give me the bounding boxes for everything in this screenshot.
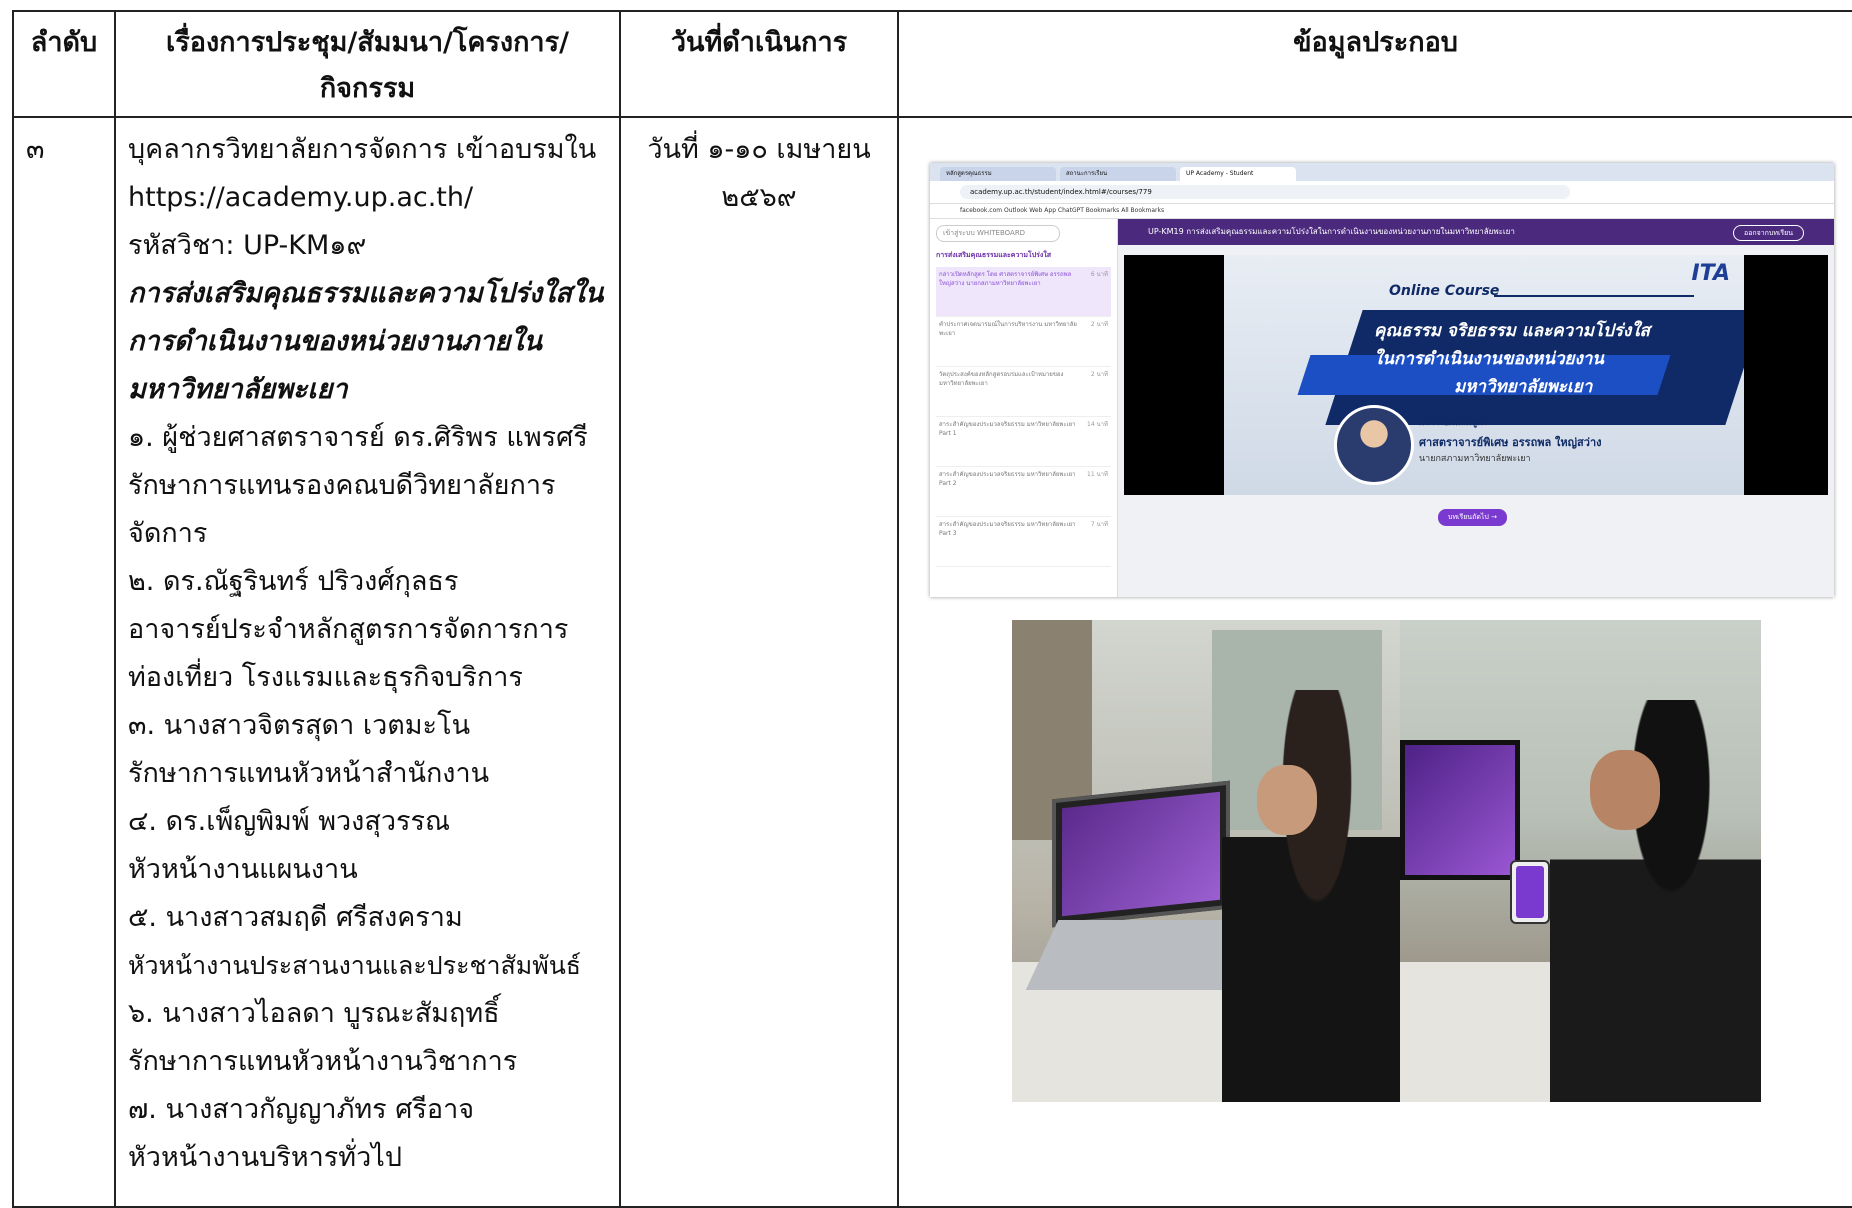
- participant-line: หัวหน้างานบริหารทั่วไป: [128, 1142, 402, 1173]
- lesson-text: กล่าวเปิดหลักสูตร โดย ศาสตราจารย์พิเศษ อ…: [939, 271, 1072, 287]
- lesson-text: สาระสำคัญของประมวลจริยธรรม มหาวิทยาลัยพะ…: [939, 471, 1076, 487]
- address-bar: academy.up.ac.th/student/index.html#/cou…: [930, 181, 1834, 204]
- slide-title-1: คุณธรรม จริยธรรม และความโปร่งใส: [1374, 321, 1650, 341]
- course-slide: Online Course ITA คุณธรรม จริยธรรม และคว…: [1224, 255, 1744, 495]
- divider: [1494, 295, 1694, 297]
- speaker-role: นายกสภามหาวิทยาลัยพะเยา: [1419, 454, 1531, 464]
- participant-line: หัวหน้างานแผนงาน: [128, 854, 358, 885]
- header-row: ลำดับ เรื่องการประชุม/สัมมนา/โครงการ/ กิ…: [12, 10, 1852, 118]
- participant-face: [1257, 765, 1317, 835]
- lesson-duration: 2 นาที: [1090, 321, 1108, 328]
- participant-line: ๔. ดร.เพ็ญพิมพ์ พวงสุวรรณ: [128, 806, 451, 837]
- lesson-item: วัตถุประสงค์ของหลักสูตรอบรมและเป้าหมายขอ…: [936, 367, 1111, 417]
- lesson-item: สาระสำคัญของประมวลจริยธรรม มหาวิทยาลัยพะ…: [936, 467, 1111, 517]
- smartphone: [1510, 860, 1550, 924]
- course-title-line1: การส่งเสริมคุณธรรมและความโปร่งใสใน: [128, 278, 604, 309]
- lesson-duration: 2 นาที: [1090, 371, 1108, 378]
- participant-line: ท่องเที่ยว โรงแรมและธุรกิจบริการ: [128, 662, 523, 693]
- cell-no: ๓: [12, 116, 116, 1208]
- header-info: ข้อมูลประกอบ: [897, 10, 1852, 118]
- browser-tab: หลักสูตรคุณธรรม: [940, 167, 1056, 181]
- cell-topic: บุคลากรวิทยาลัยการจัดการ เข้าอบรมใน http…: [114, 116, 621, 1208]
- header-topic: เรื่องการประชุม/สัมมนา/โครงการ/ กิจกรรม: [114, 10, 621, 118]
- lesson-text: สาระสำคัญของประมวลจริยธรรม มหาวิทยาลัยพะ…: [939, 421, 1076, 437]
- participant: [1222, 690, 1400, 1102]
- whiteboard-pill: เข้าสู่ระบบ WHITEBOARD: [936, 225, 1060, 242]
- slide-title-2: ในการดำเนินงานของหน่วยงาน: [1374, 349, 1604, 369]
- date-line1: วันที่ ๑-๑๐ เมษายน: [647, 134, 871, 165]
- app-frame: เข้าสู่ระบบ WHITEBOARD การส่งเสริมคุณธรร…: [930, 219, 1834, 597]
- participant-line: ๒. ดร.ณัฐรินทร์ ปริวงศ์กุลธร: [128, 566, 459, 597]
- lesson-item: กล่าวเปิดหลักสูตร โดย ศาสตราจารย์พิเศษ อ…: [936, 267, 1111, 317]
- lesson-item: คำประกาศเจตนารมณ์ในการบริหารงาน มหาวิทยา…: [936, 317, 1111, 367]
- participant-line: ๓. นางสาวจิตรสุดา เวตมะโน: [128, 710, 471, 741]
- date-line2: ๒๕๖๙: [721, 182, 797, 213]
- browser-tab: สถานะการเรียน: [1060, 167, 1176, 181]
- participant-line: จัดการ: [128, 518, 208, 549]
- course-url: https://academy.up.ac.th/: [128, 182, 474, 213]
- cell-date: วันที่ ๑-๑๐ เมษายน ๒๕๖๙: [619, 116, 899, 1208]
- laptop: [1052, 780, 1230, 928]
- participant-line: รักษาการแทนหัวหน้าสำนักงาน: [128, 758, 490, 789]
- participant: [1550, 700, 1761, 1102]
- participant-line: รักษาการแทนหัวหน้างานวิชาการ: [128, 1046, 518, 1077]
- lesson-duration: 11 นาที: [1087, 471, 1108, 478]
- header-topic-line2: กิจกรรม: [319, 73, 416, 104]
- speaker-name: ศาสตราจารย์พิเศษ อรรถพล ใหญ่สว่าง: [1419, 436, 1602, 449]
- lesson-sidebar: เข้าสู่ระบบ WHITEBOARD การส่งเสริมคุณธรร…: [930, 219, 1118, 597]
- participant-line: อาจารย์ประจำหลักสูตรการจัดการการ: [128, 614, 569, 645]
- slide-title-3: มหาวิทยาลัยพะเยา: [1454, 377, 1593, 397]
- monitor: [1400, 740, 1520, 880]
- lesson-text: วัตถุประสงค์ของหลักสูตรอบรมและเป้าหมายขอ…: [939, 371, 1064, 387]
- lesson-duration: 6 นาที: [1090, 271, 1108, 278]
- browser-tab-active: UP Academy - Student: [1180, 167, 1296, 181]
- topic-line: บุคลากรวิทยาลัยการจัดการ เข้าอบรมใน: [128, 134, 597, 165]
- bookmarks-bar: facebook.com Outlook Web App ChatGPT Boo…: [930, 204, 1834, 219]
- laptop-screen: [1062, 791, 1220, 917]
- participant-line: ๗. นางสาวกัญญาภัทร ศรีอาจ: [128, 1094, 475, 1125]
- lesson-item: สาระสำคัญของประมวลจริยธรรม มหาวิทยาลัยพะ…: [936, 517, 1111, 567]
- lesson-duration: 14 นาที: [1087, 421, 1108, 428]
- participant-line: รักษาการแทนรองคณบดีวิทยาลัยการ: [128, 470, 556, 501]
- participant-line: ๑. ผู้ช่วยศาสตราจารย์ ดร.ศิริพร แพรศรี: [128, 422, 588, 453]
- course-title-line2: การดำเนินงานของหน่วยงานภายใน: [128, 326, 542, 357]
- sidebar-section: การส่งเสริมคุณธรรมและความโปร่งใส: [936, 251, 1052, 259]
- participant-face: [1590, 750, 1660, 830]
- next-lesson-button: บทเรียนถัดไป →: [1438, 509, 1507, 526]
- url-field: academy.up.ac.th/student/index.html#/cou…: [960, 185, 1570, 199]
- lesson-item: สาระสำคัญของประมวลจริยธรรม มหาวิทยาลัยพะ…: [936, 417, 1111, 467]
- header-date: วันที่ดำเนินการ: [619, 10, 899, 118]
- exit-lesson-button: ออกจากบทเรียน: [1732, 225, 1804, 241]
- lesson-main: UP-KM19 การส่งเสริมคุณธรรมและความโปร่งใส…: [1118, 219, 1834, 597]
- lesson-duration: 7 นาที: [1090, 521, 1108, 528]
- phone-screen: [1516, 866, 1544, 918]
- photo-participant-laptop: [1012, 620, 1400, 1102]
- video-player: Online Course ITA คุณธรรม จริยธรรม และคว…: [1124, 255, 1828, 495]
- monitor-screen: [1405, 745, 1515, 875]
- online-course-label: Online Course: [1389, 283, 1500, 299]
- course-screenshot: หลักสูตรคุณธรรม สถานะการเรียน UP Academy…: [930, 163, 1834, 597]
- header-topic-line1: เรื่องการประชุม/สัมมนา/โครงการ/: [166, 27, 569, 58]
- speaker-label: กล่าวเปิดหลักสูตร: [1419, 418, 1488, 428]
- participant-line: หัวหน้างานประสานงานและประชาสัมพันธ์: [128, 951, 582, 980]
- photo-participant-monitor: [1400, 620, 1761, 1102]
- participant-line: ๖. นางสาวไอลดา บูรณะสัมฤทธิ์: [128, 998, 500, 1029]
- lesson-titlebar: UP-KM19 การส่งเสริมคุณธรรมและความโปร่งใส…: [1118, 219, 1834, 245]
- course-code: รหัสวิชา: UP-KM๑๙: [128, 230, 367, 261]
- participant-line: ๕. นางสาวสมฤดี ศรีสงคราม: [128, 902, 463, 933]
- speaker-avatar: [1334, 405, 1414, 485]
- browser-tabbar: หลักสูตรคุณธรรม สถานะการเรียน UP Academy…: [930, 163, 1834, 181]
- ita-logo: ITA: [1691, 261, 1730, 286]
- lesson-text: สาระสำคัญของประมวลจริยธรรม มหาวิทยาลัยพะ…: [939, 521, 1076, 537]
- lesson-text: คำประกาศเจตนารมณ์ในการบริหารงาน มหาวิทยา…: [939, 321, 1077, 337]
- course-title-line3: มหาวิทยาลัยพะเยา: [128, 374, 348, 405]
- lesson-title: UP-KM19 การส่งเสริมคุณธรรมและความโปร่งใส…: [1148, 227, 1515, 236]
- header-no: ลำดับ: [12, 10, 116, 118]
